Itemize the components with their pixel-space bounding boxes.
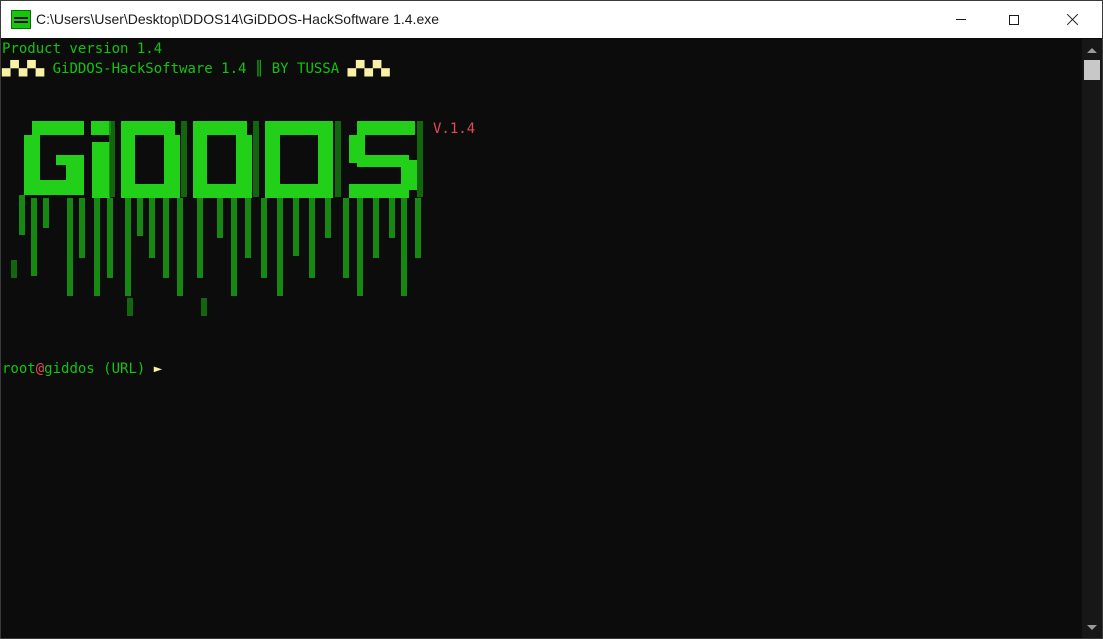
logo-drip — [197, 198, 203, 278]
close-button[interactable] — [1049, 1, 1095, 38]
window-title: C:\Users\User\Desktop\DDOS14\GiDDOS-Hack… — [36, 11, 440, 27]
logo-shadow — [181, 121, 187, 197]
prompt-at: @ — [35, 361, 45, 377]
prompt-host: giddos — [44, 361, 95, 377]
logo-drip — [343, 198, 349, 278]
logo-drip — [357, 198, 363, 296]
chevron-up-icon — [1087, 47, 1097, 53]
logo-drip — [373, 198, 379, 258]
command-prompt[interactable]: root@giddos (URL) ► — [2, 359, 162, 379]
logo-drip — [293, 198, 299, 256]
minimize-icon — [956, 19, 966, 20]
title-bar[interactable]: C:\Users\User\Desktop\DDOS14\GiDDOS-Hack… — [1, 1, 1102, 38]
logo-block — [56, 155, 68, 165]
console-app-icon[interactable] — [11, 10, 31, 29]
logo-block — [193, 121, 207, 198]
logo-drip — [277, 198, 283, 296]
logo-drip — [261, 198, 267, 278]
product-version-line: Product version 1.4 — [2, 41, 163, 57]
logo-block — [207, 184, 252, 198]
version-tag: V.1.4 — [433, 121, 476, 137]
logo-drip — [79, 198, 85, 258]
logo-drip — [201, 298, 207, 316]
logo-drip — [125, 198, 131, 296]
logo-block — [121, 121, 135, 198]
logo-shadow — [335, 121, 341, 197]
logo-block — [40, 180, 84, 195]
logo-block — [265, 184, 333, 198]
vertical-scrollbar[interactable] — [1082, 39, 1102, 638]
logo-block — [66, 155, 84, 180]
logo-block — [92, 142, 110, 198]
maximize-icon — [1009, 14, 1019, 25]
logo-drip — [245, 198, 251, 258]
logo-drip — [401, 198, 407, 296]
logo-drip — [137, 198, 143, 236]
maximize-button[interactable] — [991, 1, 1037, 38]
close-icon — [1066, 13, 1079, 26]
logo-block — [265, 121, 333, 135]
minimize-button[interactable] — [938, 1, 984, 38]
logo-drip — [31, 198, 37, 276]
scroll-down-button[interactable] — [1082, 618, 1102, 636]
prompt-arrow-icon: ► — [153, 361, 163, 377]
logo-drip — [177, 198, 183, 296]
logo-drip — [67, 198, 73, 296]
logo-block — [24, 135, 40, 195]
logo-shadow — [109, 121, 115, 197]
logo-drip — [94, 198, 100, 296]
prompt-hint: (URL) — [94, 361, 154, 377]
banner-left-deco: ▄▀▄▀▄ — [2, 61, 45, 77]
logo-shadow — [417, 121, 423, 197]
logo-block — [135, 184, 180, 198]
banner-text: GiDDOS-HackSoftware 1.4 ║ BY TUSSA — [44, 61, 348, 77]
logo-drip — [163, 198, 169, 278]
logo-drip — [11, 260, 17, 278]
logo-block — [349, 184, 409, 198]
logo-drip — [415, 198, 421, 258]
logo-shadow — [253, 121, 259, 197]
scroll-thumb[interactable] — [1084, 60, 1100, 80]
logo-block — [91, 121, 111, 135]
logo-block — [236, 135, 252, 185]
logo-drip — [43, 198, 49, 228]
logo-drip — [127, 298, 133, 316]
logo-block — [32, 121, 84, 135]
banner-line: ▄▀▄▀▄ GiDDOS-HackSoftware 1.4 ║ BY TUSSA… — [2, 59, 390, 79]
console-window: C:\Users\User\Desktop\DDOS14\GiDDOS-Hack… — [0, 0, 1103, 639]
logo-drip — [389, 198, 395, 238]
logo-drip — [309, 198, 315, 278]
logo-drip — [325, 198, 331, 238]
logo-drip — [217, 198, 223, 238]
prompt-user: root — [2, 361, 36, 377]
logo-block — [164, 135, 180, 185]
logo-drip — [19, 195, 25, 235]
logo-block — [357, 121, 415, 135]
logo-drip — [231, 198, 237, 296]
logo-block — [135, 121, 175, 135]
logo-block — [207, 121, 247, 135]
banner-right-deco: ▄▀▄▀▄ — [347, 61, 390, 77]
chevron-down-icon — [1087, 624, 1097, 630]
logo-drip — [107, 198, 113, 278]
giddos-logo — [9, 80, 429, 320]
logo-drip — [149, 198, 155, 258]
scroll-up-button[interactable] — [1082, 41, 1102, 59]
